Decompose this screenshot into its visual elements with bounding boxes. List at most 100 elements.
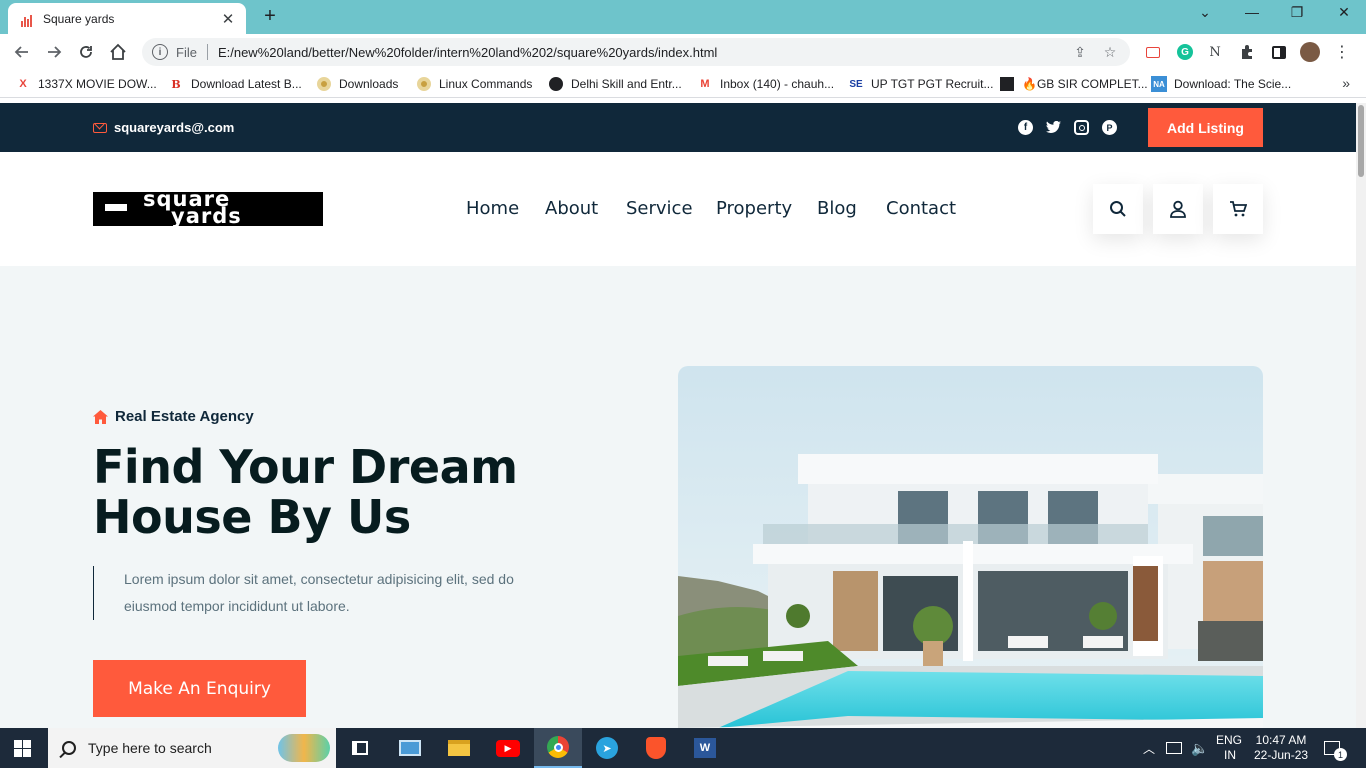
clock-date: 22-Jun-23 xyxy=(1254,748,1309,762)
gmail-icon: M xyxy=(700,78,710,90)
word-icon[interactable]: W xyxy=(681,728,729,768)
bookmark-item[interactable]: M Inbox (140) - chauh... xyxy=(697,76,834,92)
notification-count-badge: 1 xyxy=(1334,748,1347,761)
reload-icon xyxy=(80,46,92,58)
modern-villa-illustration xyxy=(678,366,1263,728)
mail-icon xyxy=(93,122,107,133)
bookmark-label: Linux Commands xyxy=(439,77,533,91)
close-window-button[interactable]: ✕ xyxy=(1329,4,1359,21)
bookmark-item[interactable]: B Download Latest B... xyxy=(168,76,302,92)
side-panel-icon[interactable] xyxy=(1269,42,1289,62)
nav-property[interactable]: Property xyxy=(716,198,792,219)
twitter-bird-icon xyxy=(1046,121,1061,133)
home-button[interactable] xyxy=(106,40,130,64)
tagline-text: Real Estate Agency xyxy=(115,408,254,425)
bookmark-item[interactable]: NA Download: The Scie... xyxy=(1151,76,1291,92)
bookmark-item[interactable]: Linux Commands xyxy=(416,76,532,92)
nav-service[interactable]: Service xyxy=(626,198,693,219)
clock[interactable]: 10:47 AM 22-Jun-23 xyxy=(1254,728,1308,768)
notion-extension-icon[interactable]: N xyxy=(1205,42,1225,62)
language-indicator[interactable]: ENG IN xyxy=(1216,728,1242,768)
windows-start-icon[interactable] xyxy=(14,740,31,757)
bookmark-label: Download Latest B... xyxy=(191,77,302,91)
bookmarks-bar: X 1337X MOVIE DOW... B Download Latest B..… xyxy=(0,70,1366,98)
nav-contact[interactable]: Contact xyxy=(886,198,956,219)
account-button[interactable] xyxy=(1153,184,1203,234)
browser-menu-icon[interactable]: ⋮ xyxy=(1332,42,1352,62)
address-bar[interactable]: i File E:/new%20land/better/New%20folder… xyxy=(142,38,1130,66)
divider xyxy=(206,44,208,60)
bookmark-item[interactable]: Delhi Skill and Entr... xyxy=(548,76,682,92)
taskbar-search-input[interactable]: Type here to search xyxy=(48,728,336,768)
scrollbar-thumb[interactable] xyxy=(1358,105,1364,177)
chrome-icon[interactable] xyxy=(534,728,582,768)
restore-button[interactable]: ❐ xyxy=(1282,4,1312,21)
add-listing-button[interactable]: Add Listing xyxy=(1148,108,1263,147)
back-button[interactable] xyxy=(10,40,34,64)
site-logo[interactable]: square yards xyxy=(93,192,323,226)
disc-icon xyxy=(316,76,332,92)
tab-close-icon[interactable]: ✕ xyxy=(220,10,236,28)
home-icon xyxy=(110,43,126,60)
bookmark-item[interactable]: Downloads xyxy=(316,76,398,92)
tab-search-chevron-icon[interactable]: ⌄ xyxy=(1190,4,1220,21)
se-icon: SE xyxy=(849,78,863,90)
volume-icon[interactable]: 🔈 xyxy=(1191,728,1208,768)
disc-icon xyxy=(416,76,432,92)
language-code: ENG xyxy=(1216,733,1243,747)
b-icon: B xyxy=(171,77,181,91)
notification-center-icon[interactable]: 1 xyxy=(1324,728,1347,768)
browser-tab-strip: Square yards ✕ + ⌄ — ❐ ✕ xyxy=(0,0,1366,34)
facebook-icon[interactable]: f xyxy=(1018,120,1033,135)
back-arrow-icon xyxy=(14,46,28,58)
site-info-icon[interactable]: i xyxy=(152,44,168,60)
share-icon[interactable]: ⇪ xyxy=(1070,44,1090,61)
nav-about[interactable]: About xyxy=(545,198,598,219)
film-icon xyxy=(999,76,1015,92)
twitter-icon[interactable] xyxy=(1046,120,1061,135)
youtube-icon[interactable]: ▶ xyxy=(484,728,532,768)
bookmark-label: Download: The Scie... xyxy=(1174,77,1292,91)
search-button[interactable] xyxy=(1093,184,1143,234)
bookmark-star-icon[interactable]: ☆ xyxy=(1100,44,1120,61)
extensions-puzzle-icon[interactable] xyxy=(1237,42,1257,62)
na-icon: NA xyxy=(1151,76,1167,92)
bookmark-item[interactable]: SE UP TGT PGT Recruit... xyxy=(848,76,993,92)
contact-email[interactable]: squareyards@.com xyxy=(93,120,234,135)
hero-description: Lorem ipsum dolor sit amet, consectetur … xyxy=(93,566,553,620)
grammarly-extension-icon[interactable]: G xyxy=(1175,42,1195,62)
url-text[interactable]: E:/new%20land/better/New%20folder/intern… xyxy=(218,45,1060,60)
nav-home[interactable]: Home xyxy=(466,198,519,219)
user-icon xyxy=(1170,200,1186,218)
nav-blog[interactable]: Blog xyxy=(817,198,857,219)
instagram-icon[interactable] xyxy=(1074,120,1089,135)
bookmark-item[interactable]: X 1337X MOVIE DOW... xyxy=(15,76,156,92)
task-view-icon[interactable] xyxy=(336,728,384,768)
bookmark-label: Delhi Skill and Entr... xyxy=(571,77,682,91)
bookmarks-overflow-icon[interactable]: » xyxy=(1342,75,1350,91)
browser-toolbar: i File E:/new%20land/better/New%20folder… xyxy=(0,34,1366,70)
telegram-icon[interactable]: ➤ xyxy=(583,728,631,768)
bookmark-item[interactable]: 🔥GB SIR COMPLET... xyxy=(999,76,1148,92)
browser-tab[interactable]: Square yards ✕ xyxy=(8,3,246,34)
brave-icon[interactable] xyxy=(632,728,680,768)
page-scrollbar[interactable] xyxy=(1356,103,1366,728)
hero-title: Find Your Dream House By Us xyxy=(93,440,518,544)
bookmark-label: 🔥GB SIR COMPLET... xyxy=(1022,77,1148,91)
minimize-button[interactable]: — xyxy=(1237,4,1267,20)
new-tab-button[interactable]: + xyxy=(258,5,282,28)
forward-button[interactable] xyxy=(42,40,66,64)
network-icon[interactable] xyxy=(1166,728,1182,768)
cast-extension-icon[interactable] xyxy=(1143,42,1163,62)
bookmark-label: Downloads xyxy=(339,77,399,91)
reload-button[interactable] xyxy=(74,40,98,64)
control-panel-icon[interactable] xyxy=(386,728,434,768)
file-explorer-icon[interactable] xyxy=(435,728,483,768)
tray-overflow-icon[interactable]: ︿ xyxy=(1143,728,1155,768)
pinterest-icon[interactable]: P xyxy=(1102,120,1117,135)
cart-button[interactable] xyxy=(1213,184,1263,234)
make-enquiry-button[interactable]: Make An Enquiry xyxy=(93,660,306,717)
profile-avatar[interactable] xyxy=(1300,42,1320,62)
puzzle-icon xyxy=(1242,45,1252,59)
logo-word-yards: yards xyxy=(171,204,242,227)
